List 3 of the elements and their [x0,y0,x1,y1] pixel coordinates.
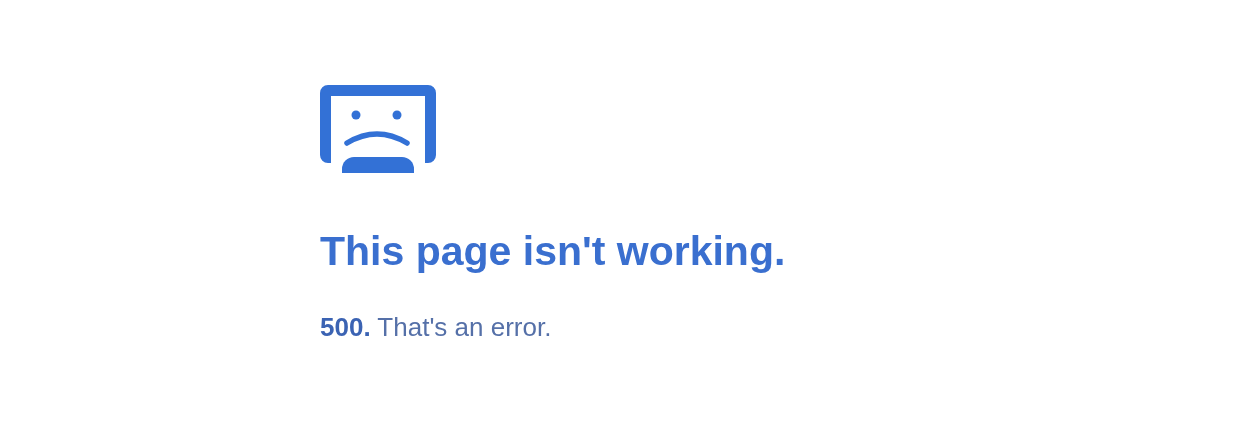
error-message: 500. That's an error. [320,311,552,343]
error-heading: This page isn't working. [320,227,786,276]
sad-screen-icon [320,85,436,173]
